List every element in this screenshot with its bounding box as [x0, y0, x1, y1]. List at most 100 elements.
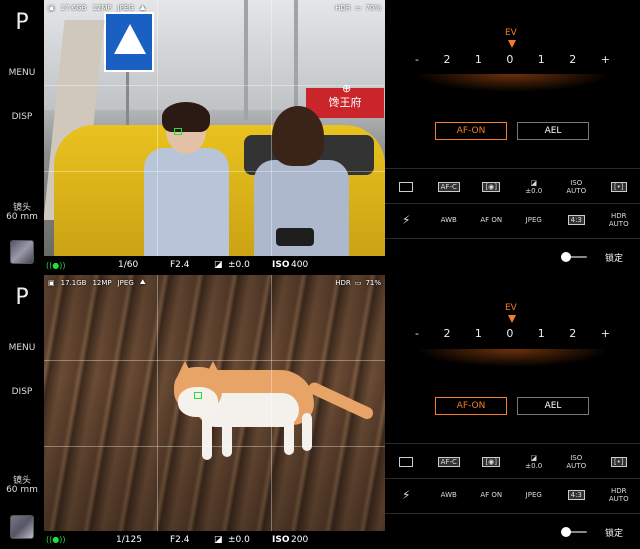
- status-bar: ▣ 17.6GB 12MP JPEG ⛰ HDR ▭ 70%: [48, 2, 381, 14]
- grid-line: [271, 274, 272, 531]
- ev-label: EV: [505, 28, 517, 38]
- disp-button[interactable]: DISP: [0, 112, 44, 122]
- viewfinder-image: [44, 274, 385, 531]
- grid-line: [157, 0, 158, 256]
- drive-mode-icon[interactable]: [392, 451, 420, 473]
- ev-comp-button[interactable]: ◪ ±0.0: [520, 451, 548, 473]
- hdr-label: HDR AUTO: [608, 212, 629, 228]
- viewfinder-image: 馋王府: [44, 0, 385, 256]
- hdr-button[interactable]: HDR AUTO: [605, 209, 633, 231]
- exposure-bar: ((●)) 1/60 F2.4 ◪ ±0.0 ISO 400: [44, 256, 385, 275]
- aspect-label: 4:3: [567, 489, 585, 500]
- file-format-button[interactable]: JPEG: [520, 484, 548, 506]
- storage-remaining: 17.6GB: [60, 4, 87, 12]
- hdr-label: HDR AUTO: [608, 486, 629, 503]
- viewfinder[interactable]: ▣ 17.1GB 12MP JPEG ⛰ HDR ▭ 71%: [44, 274, 385, 531]
- white-balance-button[interactable]: AWB: [435, 209, 463, 231]
- shooting-mode[interactable]: P: [0, 285, 44, 310]
- lens-value[interactable]: 60 mm: [0, 212, 44, 222]
- iso-value: 400: [291, 260, 309, 271]
- menu-button[interactable]: MENU: [0, 343, 44, 353]
- shutter-speed: 1/125: [116, 534, 142, 545]
- ev-pointer-icon: [508, 40, 516, 48]
- divider: [385, 168, 640, 169]
- focus-area-icon[interactable]: [•]: [605, 176, 633, 198]
- ev-tick-zero: 0: [506, 52, 514, 66]
- drive-mode-icon[interactable]: [392, 176, 420, 198]
- menu-button[interactable]: MENU: [0, 68, 44, 78]
- ael-button[interactable]: AEL: [517, 396, 589, 415]
- ev-comp-label: ±0.0: [525, 461, 543, 470]
- white-balance-button[interactable]: AWB: [435, 484, 463, 506]
- iso-button[interactable]: ISO AUTO: [562, 451, 590, 473]
- settings-row-2: ⚡ AWB AF ON JPEG 4:3 HDR AUTO: [385, 482, 640, 508]
- camera-panel-2: P MENU DISP 镜头 60 mm ▣ 17.1GB 12MP JPEG …: [0, 274, 640, 549]
- ev-icon: ◪: [214, 260, 223, 271]
- aspect-ratio-button[interactable]: 4:3: [562, 209, 590, 231]
- divider: [385, 442, 640, 444]
- flash-icon[interactable]: ⚡: [392, 484, 420, 506]
- aspect-label: 4:3: [567, 215, 585, 225]
- focus-mode-button[interactable]: AF-C: [435, 451, 463, 473]
- metering-icon[interactable]: [◉]: [477, 451, 505, 473]
- gallery-thumbnail[interactable]: [10, 514, 34, 539]
- file-format: JPEG: [117, 278, 134, 287]
- format-label: JPEG: [525, 490, 542, 499]
- hdr-button[interactable]: HDR AUTO: [605, 484, 633, 506]
- divider: [385, 512, 640, 514]
- megapixels: 12MP: [92, 278, 112, 287]
- stabilizer-icon: ⛰: [139, 278, 146, 286]
- crosswalk-sign: [104, 12, 154, 72]
- iso-value: 200: [291, 534, 309, 545]
- wb-label: AWB: [440, 216, 457, 224]
- lock-toggle[interactable]: [561, 252, 587, 262]
- disp-button[interactable]: DISP: [0, 387, 44, 397]
- eye-detection-box: [194, 391, 202, 399]
- ev-comp-button[interactable]: ◪ ±0.0: [520, 176, 548, 198]
- storage-remaining: 17.1GB: [60, 278, 87, 287]
- lens-value[interactable]: 60 mm: [0, 485, 44, 495]
- ael-button[interactable]: AEL: [517, 122, 589, 140]
- lock-label: 锁定: [605, 254, 624, 264]
- battery-level: 71%: [365, 278, 381, 287]
- divider: [385, 238, 640, 239]
- connection-icon: ((●)): [46, 535, 66, 545]
- iso-button[interactable]: ISO AUTO: [562, 176, 590, 198]
- divider: [385, 477, 640, 479]
- settings-row-1: AF-C [◉] ◪ ±0.0 ISO AUTO [•]: [385, 174, 640, 200]
- focus-mode-button[interactable]: AF-C: [435, 176, 463, 198]
- divider: [385, 203, 640, 204]
- stabilizer-icon: ⛰: [139, 3, 146, 12]
- left-sidebar: P MENU DISP 镜头 60 mm: [0, 274, 44, 549]
- settings-row-2: ⚡ AWB AF ON JPEG 4:3 HDR AUTO: [385, 207, 640, 233]
- lock-toggle[interactable]: [561, 526, 587, 537]
- shutter-speed: 1/60: [118, 260, 139, 271]
- iso-label: ISO: [272, 534, 290, 545]
- ev-dial[interactable]: - 2 1 0 1 2 +: [415, 325, 610, 343]
- file-format-button[interactable]: JPEG: [520, 209, 548, 231]
- viewfinder[interactable]: 馋王府 ⊕ ▣ 17.6GB 12MP JPEG ⛰ HDR ▭ 70%: [44, 0, 385, 256]
- face-af-button[interactable]: AF ON: [477, 209, 505, 231]
- focus-area-icon[interactable]: [•]: [605, 451, 633, 473]
- ev-tick: 1: [474, 327, 482, 340]
- exposure-bar: ((●)) 1/125 F2.4 ◪ ±0.0 ISO 200: [44, 530, 385, 549]
- ev-comp-label: ±0.0: [525, 187, 543, 195]
- format-label: JPEG: [525, 216, 542, 224]
- exposure-compensation: ±0.0: [228, 534, 250, 545]
- ev-tick: 2: [569, 327, 577, 340]
- camera-panel-1: P MENU DISP 镜头 60 mm 馋王府 ⊕ ▣ 17.6GB 12MP…: [0, 0, 640, 275]
- ev-dial[interactable]: - 2 1 0 1 2 +: [415, 50, 610, 68]
- grid-line: [44, 359, 385, 361]
- iso-auto-label: ISO AUTO: [566, 453, 587, 470]
- metering-icon[interactable]: [◉]: [477, 176, 505, 198]
- connection-icon: ((●)): [46, 260, 66, 270]
- aspect-ratio-button[interactable]: 4:3: [562, 484, 590, 506]
- battery-icon: ▭: [354, 278, 362, 287]
- ev-tick: 1: [474, 52, 482, 66]
- af-on-button[interactable]: AF-ON: [435, 122, 507, 140]
- flash-icon[interactable]: ⚡: [392, 209, 420, 231]
- face-af-button[interactable]: AF ON: [477, 484, 505, 506]
- shooting-mode[interactable]: P: [0, 10, 44, 35]
- af-on-button[interactable]: AF-ON: [435, 396, 507, 415]
- gallery-thumbnail[interactable]: [10, 240, 34, 264]
